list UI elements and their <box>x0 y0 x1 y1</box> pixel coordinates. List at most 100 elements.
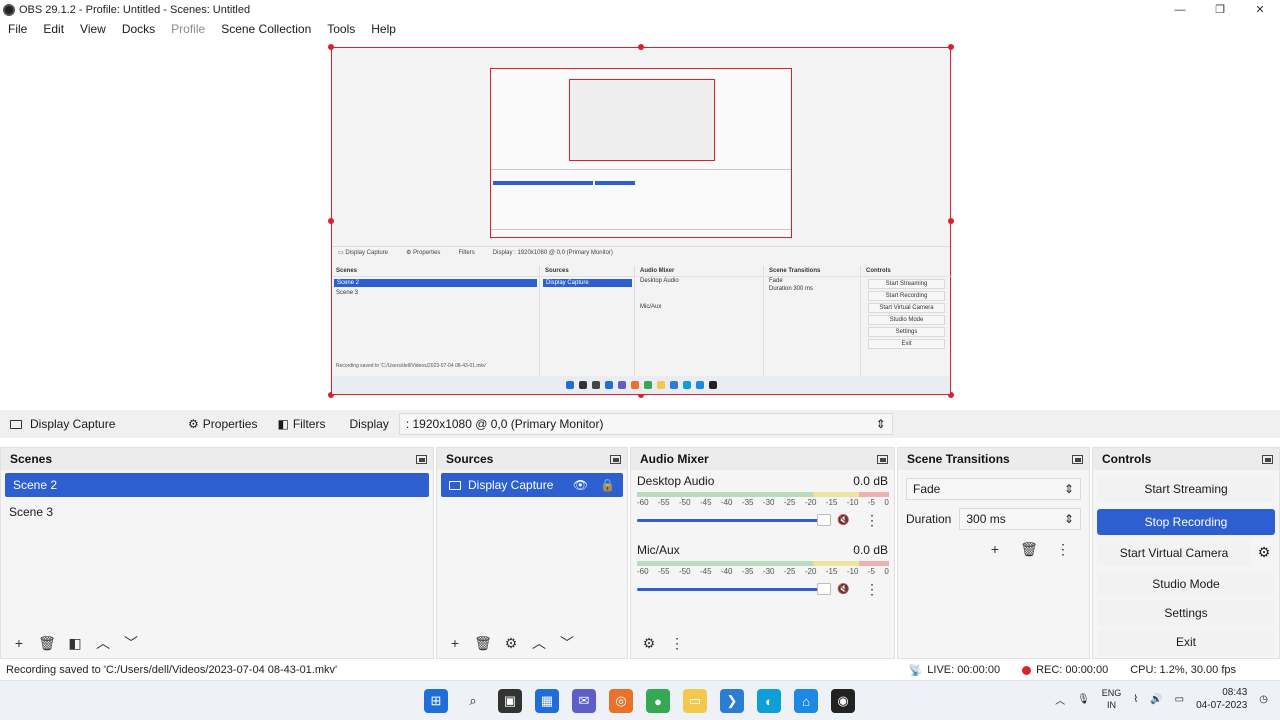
nested-mixer-dock: Audio Mixer Desktop Audio Mic/Aux <box>636 266 764 376</box>
volume-fader[interactable] <box>637 513 831 526</box>
minimize-button[interactable]: — <box>1160 0 1200 19</box>
nested-line <box>491 169 791 170</box>
start-streaming-button[interactable]: Start Streaming <box>1097 476 1275 502</box>
windows-start-icon[interactable]: ⊞ <box>424 689 448 713</box>
duration-value: 300 ms <box>966 512 1006 526</box>
display-select[interactable]: : 1920x1080 @ 0,0 (Primary Monitor) ⇕ <box>398 413 893 435</box>
menu-view[interactable]: View <box>72 22 114 36</box>
trash-icon[interactable]: 🗑 <box>35 632 59 654</box>
menu-help[interactable]: Help <box>363 22 404 36</box>
duration-spinbox[interactable]: 300 ms ⇕ <box>959 508 1081 530</box>
duration-row: Duration 300 ms ⇕ <box>906 508 1081 530</box>
edge-icon[interactable]: ◐ <box>757 689 781 713</box>
close-button[interactable]: ✕ <box>1240 0 1280 19</box>
filters-button[interactable]: ◧ Filters <box>269 413 333 435</box>
settings-button[interactable]: Settings <box>1097 600 1275 626</box>
vscode-icon[interactable]: ❯ <box>720 689 744 713</box>
store-icon[interactable]: ⌂ <box>794 689 818 713</box>
resize-handle[interactable] <box>948 44 954 50</box>
undock-icon[interactable] <box>877 454 888 464</box>
resize-handle[interactable] <box>328 218 334 224</box>
add-icon[interactable]: + <box>983 538 1007 560</box>
notification-icon[interactable]: ◷ <box>1259 694 1268 705</box>
audio-mixer-dock: Audio Mixer Desktop Audio 0.0 dB -60 -55… <box>630 447 895 659</box>
exit-button[interactable]: Exit <box>1097 629 1275 655</box>
maximize-button[interactable]: ❐ <box>1200 0 1240 19</box>
speaker-muted-icon[interactable]: 🔇 <box>837 515 849 526</box>
resize-handle[interactable] <box>948 218 954 224</box>
add-icon[interactable]: + <box>7 632 31 654</box>
stop-recording-button[interactable]: Stop Recording <box>1097 509 1275 535</box>
speaker-muted-icon[interactable]: 🔇 <box>837 584 849 595</box>
preview-canvas[interactable]: ▭ Display Capture ⚙ Properties Filters D… <box>328 44 954 398</box>
kebab-menu-icon[interactable]: ⋮ <box>865 512 879 529</box>
chevron-up-icon[interactable]: ︿ <box>1055 692 1065 707</box>
menu-tools[interactable]: Tools <box>319 22 363 36</box>
battery-icon[interactable]: ▭ <box>1175 694 1184 705</box>
microphone-icon[interactable]: 🎙 <box>1077 694 1090 705</box>
eye-icon[interactable]: 👁 <box>573 478 588 492</box>
scene-item[interactable]: Scene 2 <box>5 473 429 497</box>
gear-icon[interactable]: ⚙ <box>499 632 523 654</box>
search-icon[interactable]: ⌕ <box>461 689 485 713</box>
trash-icon[interactable]: 🗑 <box>471 632 495 654</box>
volume-icon[interactable]: 🔊 <box>1150 694 1162 705</box>
studio-mode-button[interactable]: Studio Mode <box>1097 571 1275 597</box>
wifi-icon[interactable]: ⌇ <box>1133 694 1138 705</box>
chevron-down-icon[interactable]: ﹀ <box>119 632 143 654</box>
chevron-up-icon[interactable]: ︿ <box>91 632 115 654</box>
app-orange-icon[interactable]: ◎ <box>609 689 633 713</box>
volume-fader[interactable] <box>637 582 831 595</box>
tick: -45 <box>699 498 712 507</box>
task-view-icon[interactable]: ▣ <box>498 689 522 713</box>
menu-bar: File Edit View Docks Profile Scene Colle… <box>0 19 1280 39</box>
chevron-down-icon[interactable]: ﹀ <box>555 632 579 654</box>
resize-handle[interactable] <box>328 44 334 50</box>
kebab-menu-icon[interactable]: ⋮ <box>665 632 689 654</box>
tick: -50 <box>678 498 691 507</box>
menu-profile[interactable]: Profile <box>163 22 213 36</box>
add-icon[interactable]: + <box>443 632 467 654</box>
updown-icon[interactable]: ⇕ <box>1064 512 1074 526</box>
virtual-camera-gear-icon[interactable]: ⚙ <box>1255 544 1273 562</box>
kebab-menu-icon[interactable]: ⋮ <box>1051 538 1075 560</box>
nested-text: Filters <box>458 249 475 256</box>
transition-select[interactable]: Fade ⇕ <box>906 478 1081 500</box>
kebab-menu-icon[interactable]: ⋮ <box>865 581 879 598</box>
source-item[interactable]: Display Capture 👁 🔒 <box>441 473 623 497</box>
transition-actions: + 🗑 ⋮ <box>898 538 1075 560</box>
undock-icon[interactable] <box>610 454 621 464</box>
language-indicator[interactable]: ENG IN <box>1102 687 1122 711</box>
undock-icon[interactable] <box>1072 454 1083 464</box>
menu-edit[interactable]: Edit <box>35 22 72 36</box>
menu-scene-collection[interactable]: Scene Collection <box>213 22 319 36</box>
menu-docks[interactable]: Docks <box>114 22 163 36</box>
properties-button[interactable]: ⚙ Properties <box>180 413 265 435</box>
scene-item[interactable]: Scene 3 <box>1 500 433 524</box>
undock-icon[interactable] <box>416 454 427 464</box>
menu-file[interactable]: File <box>0 22 35 36</box>
fader-knob[interactable] <box>817 513 831 526</box>
chevron-up-icon[interactable]: ︿ <box>527 632 551 654</box>
chrome-icon[interactable]: ● <box>646 689 670 713</box>
start-virtual-camera-button[interactable]: Start Virtual Camera <box>1097 540 1251 566</box>
nested-row: Scene 3 <box>336 290 359 296</box>
nested-status-bar: Recording saved to 'C:/Users/dell/Videos… <box>336 363 487 369</box>
lock-icon[interactable]: 🔒 <box>600 478 615 492</box>
widgets-icon[interactable]: ▦ <box>535 689 559 713</box>
teams-chat-icon[interactable]: ✉ <box>572 689 596 713</box>
advanced-audio-gear-icon[interactable]: ⚙ <box>637 632 661 654</box>
file-explorer-icon[interactable]: ▭ <box>683 689 707 713</box>
undock-icon[interactable] <box>1262 454 1273 464</box>
nested-button: Start Streaming <box>868 279 945 289</box>
tick: -50 <box>678 567 691 576</box>
tick: -15 <box>825 567 838 576</box>
clock[interactable]: 08:43 04-07-2023 <box>1196 686 1247 712</box>
obs-icon[interactable]: ◉ <box>831 689 855 713</box>
trash-icon[interactable]: 🗑 <box>1017 538 1041 560</box>
nested-text: ▭ Display Capture <box>338 250 389 256</box>
fader-knob[interactable] <box>817 582 831 595</box>
resize-handle[interactable] <box>638 44 644 50</box>
tick: -30 <box>762 567 775 576</box>
scene-filters-icon[interactable]: ◧ <box>63 632 87 654</box>
